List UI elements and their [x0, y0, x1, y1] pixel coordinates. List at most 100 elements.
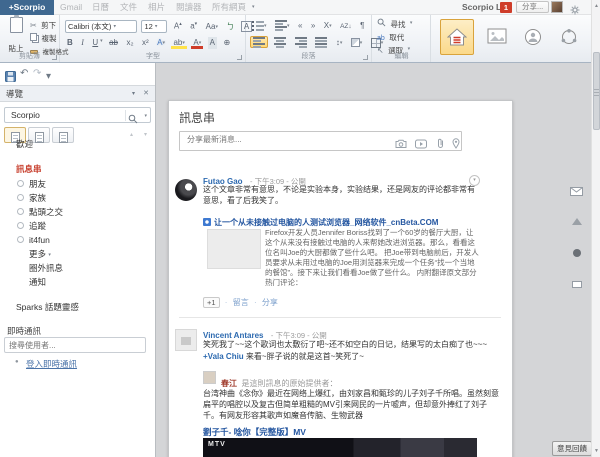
menu-reader[interactable]: 閱讀器 — [176, 0, 202, 15]
sidebar-item-incoming[interactable]: 圈外訊息 — [29, 262, 63, 274]
sidebar-item-more[interactable]: 更多 ▾ — [29, 248, 51, 261]
next-result-arrow-icon[interactable]: ▾ — [144, 131, 147, 138]
menu-more-caret-icon[interactable]: ▾ — [252, 0, 255, 15]
rail-scroll-top-icon[interactable] — [572, 218, 582, 225]
photos-button[interactable] — [480, 19, 514, 55]
scroll-up-arrow-icon[interactable]: ▲ — [592, 3, 600, 9]
menu-docs[interactable]: 文件 — [120, 0, 137, 15]
chat-signin-link[interactable]: 登入即時通訊 — [26, 358, 77, 370]
comment-link[interactable]: 留言 — [233, 298, 249, 307]
character-shading-button[interactable]: A — [208, 37, 217, 49]
tab-browse-results[interactable] — [52, 127, 74, 143]
text-effects-button[interactable]: A▾ — [155, 37, 167, 49]
sidebar-item-following[interactable]: 追蹤 — [29, 220, 46, 232]
font-color-button[interactable]: A▾ — [191, 37, 203, 49]
undo-button[interactable]: ↶ — [20, 68, 28, 80]
video-thumbnail[interactable]: MTV — [203, 438, 477, 457]
clipboard-dialog-launcher[interactable] — [52, 55, 57, 60]
redo-button[interactable]: ↷ — [33, 68, 41, 80]
sidebar-item-sparks[interactable]: Sparks 話題靈感 — [16, 301, 79, 313]
avatar[interactable] — [175, 329, 197, 351]
pane-search-input[interactable] — [9, 109, 109, 121]
share-input[interactable] — [185, 134, 345, 145]
scrollbar[interactable]: ▲ ▼ — [591, 0, 600, 457]
pane-menu-caret-icon[interactable]: ▾ — [132, 86, 135, 102]
share-box[interactable] — [179, 131, 462, 151]
align-right-button[interactable] — [293, 37, 309, 49]
change-case-button[interactable]: Aa▾ — [204, 21, 220, 33]
cut-button[interactable]: ✂ 剪下 — [30, 18, 56, 30]
sidebar-item-it4fun[interactable]: it4fun — [29, 234, 50, 246]
indent-button[interactable]: » — [309, 20, 317, 32]
grow-font-button[interactable]: A▴ — [172, 18, 184, 30]
share-button[interactable]: 分享... — [516, 1, 549, 13]
underline-caret-icon[interactable]: ▾ — [100, 38, 103, 44]
bold-button[interactable]: B — [65, 37, 75, 49]
feedback-button[interactable]: 意見回饋 — [552, 441, 592, 456]
asian-layout-button[interactable]: X▾ — [322, 20, 334, 32]
outdent-button[interactable]: « — [296, 20, 304, 32]
share-link[interactable]: 分享 — [262, 298, 278, 307]
mention-link[interactable]: +Vala Chiu — [203, 352, 244, 361]
sidebar-item-family[interactable]: 家族 — [29, 192, 46, 204]
scrollbar-thumb[interactable] — [593, 52, 600, 130]
font-dialog-launcher[interactable] — [237, 55, 242, 60]
bullets-button[interactable]: ▾ — [250, 20, 269, 32]
justify-button[interactable] — [313, 37, 329, 49]
search-caret-icon[interactable]: ▾ — [144, 113, 147, 119]
notification-badge[interactable]: 1 — [500, 2, 512, 13]
plus-one-button[interactable]: +1 — [203, 297, 220, 308]
circles-button[interactable] — [552, 19, 586, 55]
home-button[interactable] — [440, 19, 474, 55]
sidebar-item-welcome[interactable]: 歡迎 — [16, 138, 33, 150]
location-icon[interactable] — [452, 136, 460, 154]
highlight-button[interactable]: ab▾ — [171, 37, 186, 49]
replace-button[interactable]: ab 取代 — [377, 30, 404, 42]
pilcrow-button[interactable]: ¶ — [358, 20, 366, 32]
sidebar-item-notifications[interactable]: 通知 — [29, 276, 46, 288]
align-left-button[interactable] — [250, 36, 268, 48]
prev-result-arrow-icon[interactable]: ▴ — [130, 131, 133, 138]
line-spacing-button[interactable]: ↕▾ — [334, 37, 345, 49]
sidebar-item-acquaintances[interactable]: 點頭之交 — [29, 206, 63, 218]
paragraph-dialog-launcher[interactable] — [363, 55, 368, 60]
video-link[interactable]: 劉子千- 唸你【完整版】MV — [203, 426, 306, 438]
rail-panel-icon[interactable] — [572, 281, 582, 288]
qat-caret-icon[interactable]: ▾ — [46, 71, 51, 83]
scroll-down-arrow-icon[interactable]: ▼ — [592, 448, 600, 454]
rail-dot-icon[interactable] — [573, 249, 581, 257]
link-title[interactable]: 让一个从未接触过电脑的人测试浏览器_网络软件_cnBeta.COM — [214, 218, 438, 227]
reshare-avatar[interactable] — [203, 371, 216, 384]
camera-icon[interactable] — [395, 136, 407, 154]
menu-calendar[interactable]: 日曆 — [92, 0, 109, 15]
find-button[interactable]: 尋找 ▾ — [377, 17, 412, 29]
superscript-button[interactable]: x² — [140, 37, 151, 49]
chat-search-input[interactable] — [4, 337, 146, 353]
shading-button[interactable]: ▾ — [349, 37, 365, 49]
menu-web[interactable]: 所有網頁 — [212, 0, 246, 15]
tab-scorpio[interactable]: +Scorpio — [0, 0, 54, 15]
shrink-font-button[interactable]: a▾ — [188, 18, 199, 30]
sidebar-item-stream[interactable]: 訊息串 — [16, 163, 42, 175]
italic-button[interactable]: I — [79, 37, 86, 49]
pane-close-icon[interactable]: ✕ — [143, 86, 149, 102]
strikethrough-button[interactable]: ab — [107, 37, 120, 49]
phonetic-guide-button[interactable]: ㄅ — [224, 21, 236, 33]
numbering-button[interactable]: ▾ — [273, 20, 292, 32]
link-thumbnail[interactable] — [207, 229, 261, 269]
avatar[interactable] — [175, 179, 197, 201]
copy-button[interactable]: 複製 — [30, 31, 56, 43]
avatar[interactable] — [551, 1, 563, 13]
menu-photos[interactable]: 相片 — [148, 0, 165, 15]
profile-button[interactable] — [516, 19, 550, 55]
subscript-button[interactable]: x₂ — [124, 37, 135, 49]
menu-gmail[interactable]: Gmail — [60, 0, 82, 15]
font-name-select[interactable]: Calibri (本文) ▾ — [65, 20, 137, 33]
align-center-button[interactable] — [272, 37, 288, 49]
link-icon[interactable] — [436, 136, 445, 154]
underline-button[interactable]: U — [90, 37, 100, 49]
enclose-characters-button[interactable]: ⊕ — [221, 37, 232, 49]
reshare-author-link[interactable]: 春江 — [221, 379, 237, 388]
font-size-select[interactable]: 12 ▾ — [141, 20, 167, 33]
video-icon[interactable] — [415, 136, 427, 154]
